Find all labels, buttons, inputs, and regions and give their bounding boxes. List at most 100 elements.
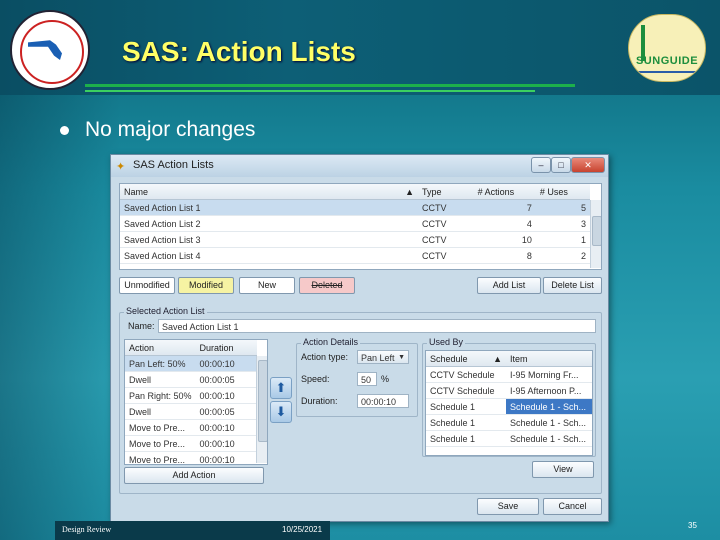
action-cell: Move to Pre...	[125, 451, 196, 464]
page-number: 35	[688, 521, 697, 530]
cell-actions: 8	[473, 247, 536, 264]
action-row[interactable]: Pan Right: 50% 00:00:10	[125, 387, 257, 404]
used-by-header-row: Schedule ▲ Item	[426, 351, 592, 367]
footer-date: 10/25/2021	[282, 525, 323, 534]
speed-unit: %	[381, 374, 390, 384]
cell-type: CCTV	[418, 247, 474, 264]
schedule-cell: CCTV Schedule	[426, 366, 506, 383]
cell-actions: 4	[473, 215, 536, 232]
minimize-button[interactable]: –	[531, 157, 551, 173]
used-by-row[interactable]: Schedule 1 Schedule 1 - Sch...	[426, 430, 592, 447]
legend-new: New	[239, 277, 295, 294]
column-header-uses[interactable]: # Uses	[535, 184, 590, 200]
cell-type: CCTV	[418, 215, 474, 232]
duration-cell: 00:00:05	[195, 403, 257, 420]
duration-cell: 00:00:10	[195, 419, 257, 436]
maximize-button[interactable]: □	[551, 157, 571, 173]
footer-title: Design Review	[62, 525, 112, 534]
schedule-cell: CCTV Schedule	[426, 382, 506, 399]
cell-name: Saved Action List 3	[120, 231, 419, 248]
cell-uses: 1	[535, 231, 590, 248]
list-name-field[interactable]: Saved Action List 1	[158, 319, 596, 333]
scrollbar-thumb[interactable]	[592, 216, 601, 246]
action-row[interactable]: Move to Pre... 00:00:10	[125, 451, 257, 464]
used-by-row[interactable]: Schedule 1 Schedule 1 - Sch...	[426, 398, 592, 415]
cell-actions: 10	[473, 231, 536, 248]
table-row[interactable]: Saved Action List 3 CCTV 10 1	[120, 231, 590, 248]
action-details-label: Action Details	[301, 337, 361, 347]
sunguide-logo-text: SUNGUIDE	[635, 55, 699, 67]
action-row[interactable]: Pan Left: 50% 00:00:10	[125, 355, 257, 372]
move-up-arrow-icon[interactable]: ⬆	[270, 377, 292, 399]
cell-type: CCTV	[418, 199, 474, 216]
slide-title: SAS: Action Lists	[122, 36, 356, 67]
cell-uses: 3	[535, 215, 590, 232]
table-row[interactable]: Saved Action List 2 CCTV 4 3	[120, 215, 590, 232]
action-cell: Pan Left: 50%	[125, 355, 196, 372]
column-header-action[interactable]: Action	[125, 340, 196, 356]
cell-name: Saved Action List 1	[120, 199, 419, 216]
delete-list-button[interactable]: Delete List	[543, 277, 602, 294]
used-by-row[interactable]: CCTV Schedule I-95 Afternoon P...	[426, 382, 592, 399]
used-by-table: Schedule ▲ Item CCTV Schedule I-95 Morning…	[425, 350, 593, 456]
action-cell: Move to Pre...	[125, 435, 196, 452]
actions-header-row: Action Duration	[125, 340, 257, 356]
action-row[interactable]: Dwell 00:00:05	[125, 403, 257, 420]
item-cell: Schedule 1 - Sch...	[506, 414, 592, 431]
action-cell: Pan Right: 50%	[125, 387, 196, 404]
action-row[interactable]: Move to Pre... 00:00:10	[125, 419, 257, 436]
actions-scrollbar[interactable]	[256, 356, 267, 463]
sort-up-icon: ▲	[493, 353, 502, 364]
scrollbar-thumb[interactable]	[258, 360, 267, 442]
used-by-row[interactable]: CCTV Schedule I-95 Morning Fr...	[426, 366, 592, 383]
cell-type: CCTV	[418, 231, 474, 248]
action-cell: Move to Pre...	[125, 419, 196, 436]
view-button[interactable]: View	[532, 461, 594, 478]
list-scrollbar[interactable]	[590, 200, 601, 268]
column-header-actions[interactable]: # Actions	[473, 184, 536, 200]
schedule-cell: Schedule 1	[426, 414, 506, 431]
action-row[interactable]: Move to Pre... 00:00:10	[125, 435, 257, 452]
slide-header-band	[0, 0, 720, 95]
action-type-dropdown[interactable]: Pan Left ▼	[357, 350, 409, 364]
cell-name: Saved Action List 4	[120, 247, 419, 264]
fdot-seal-logo	[10, 10, 90, 90]
used-by-row[interactable]: Schedule 1 Schedule 1 - Sch...	[426, 414, 592, 431]
add-action-button[interactable]: Add Action	[124, 467, 264, 484]
action-lists-table: Name ▲ Type # Actions # Uses Saved Action…	[119, 183, 602, 270]
cell-uses: 2	[535, 247, 590, 264]
action-cell: Dwell	[125, 403, 196, 420]
logo-swoosh	[635, 71, 699, 73]
actions-table: Action Duration Pan Left: 50% 00:00:10 Dw…	[124, 339, 268, 465]
cancel-button[interactable]: Cancel	[543, 498, 602, 515]
legend-modified: Modified	[178, 277, 234, 294]
used-by-label: Used By	[427, 337, 466, 347]
duration-field[interactable]: 00:00:10	[357, 394, 409, 408]
save-button[interactable]: Save	[477, 498, 539, 515]
column-header-item[interactable]: Item	[506, 351, 592, 367]
cell-name: Saved Action List 2	[120, 215, 419, 232]
title-underline	[85, 84, 575, 87]
add-list-button[interactable]: Add List	[477, 277, 541, 294]
schedule-cell: Schedule 1	[426, 398, 506, 415]
column-header-type[interactable]: Type	[418, 184, 474, 200]
speed-field[interactable]: 50	[357, 372, 377, 386]
duration-cell: 00:00:10	[195, 387, 257, 404]
column-header-name[interactable]: Name ▲	[120, 184, 419, 200]
window-titlebar[interactable]: ✦ SAS Action Lists – □ ✕	[111, 155, 608, 177]
selected-action-list-group: Selected Action List Name: Saved Action …	[119, 306, 602, 494]
table-row[interactable]: Saved Action List 1 CCTV 7 5	[120, 199, 590, 216]
close-button[interactable]: ✕	[571, 157, 605, 173]
move-down-arrow-icon[interactable]: ⬇	[270, 401, 292, 423]
used-by-group: Used By Schedule ▲ Item CCTV Schedule I-95…	[422, 337, 596, 457]
name-label: Name:	[128, 321, 155, 331]
action-row[interactable]: Dwell 00:00:05	[125, 371, 257, 388]
duration-label: Duration:	[301, 396, 338, 406]
sort-up-icon: ▲	[405, 186, 415, 197]
column-header-schedule[interactable]: Schedule ▲	[426, 351, 506, 367]
app-icon: ✦	[116, 161, 126, 173]
table-row[interactable]: Saved Action List 4 CCTV 8 2	[120, 247, 590, 264]
cell-uses: 5	[535, 199, 590, 216]
duration-cell: 00:00:10	[195, 355, 257, 372]
column-header-duration[interactable]: Duration	[195, 340, 257, 356]
